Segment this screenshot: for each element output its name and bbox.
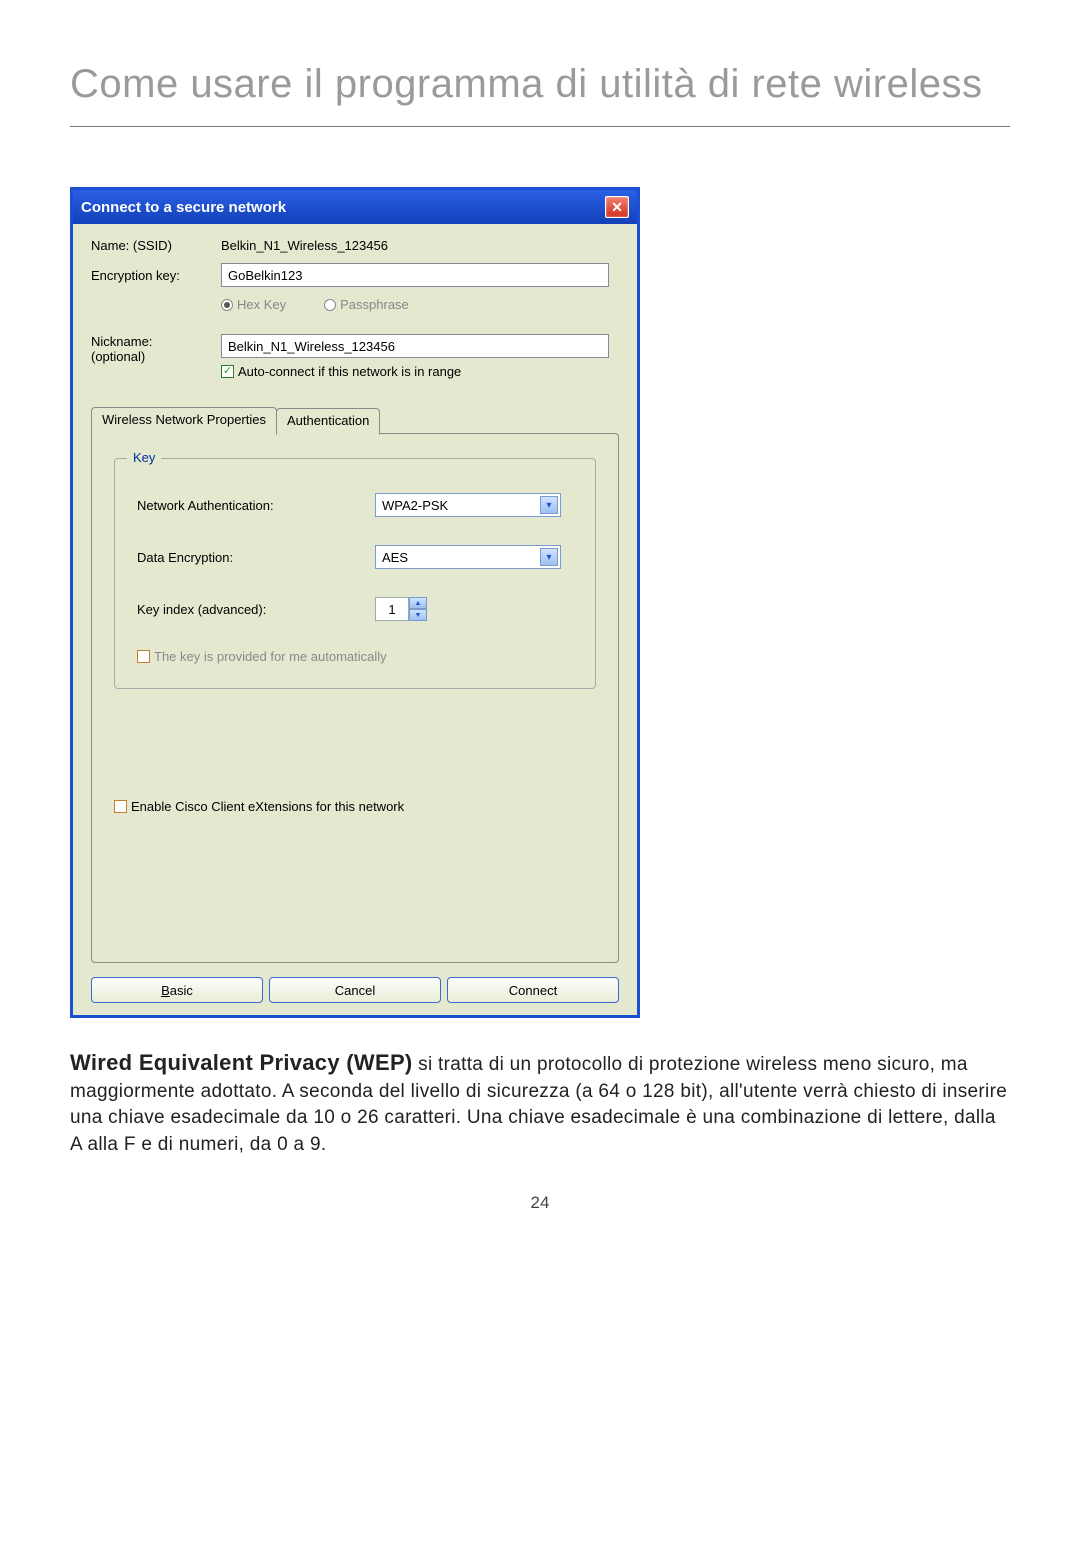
wep-paragraph: Wired Equivalent Privacy (WEP) si tratta… xyxy=(70,1048,1010,1159)
spinner-down-icon[interactable]: ▼ xyxy=(409,609,427,621)
data-encryption-value: AES xyxy=(382,550,408,565)
chevron-down-icon: ▾ xyxy=(540,496,558,514)
autoconnect-checkbox[interactable] xyxy=(221,365,234,378)
key-format-radios: Hex Key Passphrase xyxy=(221,297,619,312)
data-encryption-dropdown[interactable]: AES ▾ xyxy=(375,545,561,569)
authentication-panel: Key Network Authentication: WPA2-PSK ▾ D… xyxy=(91,433,619,963)
close-button[interactable]: ✕ xyxy=(605,196,629,218)
spinner-up-icon[interactable]: ▲ xyxy=(409,597,427,609)
radio-passphrase-label: Passphrase xyxy=(340,297,409,312)
titlebar: Connect to a secure network ✕ xyxy=(73,190,637,224)
key-index-label: Key index (advanced): xyxy=(137,602,375,617)
connect-button[interactable]: Connect xyxy=(447,977,619,1003)
dialog-body: Name: (SSID) Belkin_N1_Wireless_123456 E… xyxy=(73,224,637,1015)
data-encryption-label: Data Encryption: xyxy=(137,550,375,565)
cisco-extensions-checkbox[interactable] xyxy=(114,800,127,813)
close-icon: ✕ xyxy=(611,199,623,216)
page-title: Come usare il programma di utilità di re… xyxy=(70,60,1010,127)
radio-passphrase[interactable]: Passphrase xyxy=(324,297,409,312)
dialog-title: Connect to a secure network xyxy=(81,199,286,216)
cisco-extensions-label: Enable Cisco Client eXtensions for this … xyxy=(131,799,404,814)
key-index-spinner[interactable]: ▲ ▼ xyxy=(375,597,427,621)
encryption-key-label: Encryption key: xyxy=(91,268,221,283)
auto-key-label: The key is provided for me automatically xyxy=(154,649,387,664)
tab-wireless-properties[interactable]: Wireless Network Properties xyxy=(91,407,277,434)
radio-hex-label: Hex Key xyxy=(237,297,286,312)
nickname-label: Nickname: xyxy=(91,334,221,349)
nickname-input[interactable] xyxy=(221,334,609,358)
auto-key-checkbox[interactable] xyxy=(137,650,150,663)
tab-authentication[interactable]: Authentication xyxy=(276,408,380,435)
ssid-value: Belkin_N1_Wireless_123456 xyxy=(221,238,388,253)
network-auth-dropdown[interactable]: WPA2-PSK ▾ xyxy=(375,493,561,517)
radio-hex-key[interactable]: Hex Key xyxy=(221,297,286,312)
radio-selected-icon xyxy=(221,299,233,311)
wep-heading: Wired Equivalent Privacy (WEP) xyxy=(70,1050,413,1075)
chevron-down-icon: ▾ xyxy=(540,548,558,566)
encryption-key-input[interactable] xyxy=(221,263,609,287)
page-number: 24 xyxy=(70,1193,1010,1213)
nickname-optional-label: (optional) xyxy=(91,349,221,364)
key-fieldset: Key Network Authentication: WPA2-PSK ▾ D… xyxy=(114,458,596,689)
basic-button[interactable]: Basic xyxy=(91,977,263,1003)
radio-unselected-icon xyxy=(324,299,336,311)
key-index-input[interactable] xyxy=(375,597,409,621)
ssid-label: Name: (SSID) xyxy=(91,238,221,253)
dialog-window: Connect to a secure network ✕ Name: (SSI… xyxy=(70,187,640,1018)
key-legend: Key xyxy=(127,450,161,465)
network-auth-label: Network Authentication: xyxy=(137,498,375,513)
cancel-button[interactable]: Cancel xyxy=(269,977,441,1003)
autoconnect-label: Auto-connect if this network is in range xyxy=(238,364,461,379)
network-auth-value: WPA2-PSK xyxy=(382,498,448,513)
